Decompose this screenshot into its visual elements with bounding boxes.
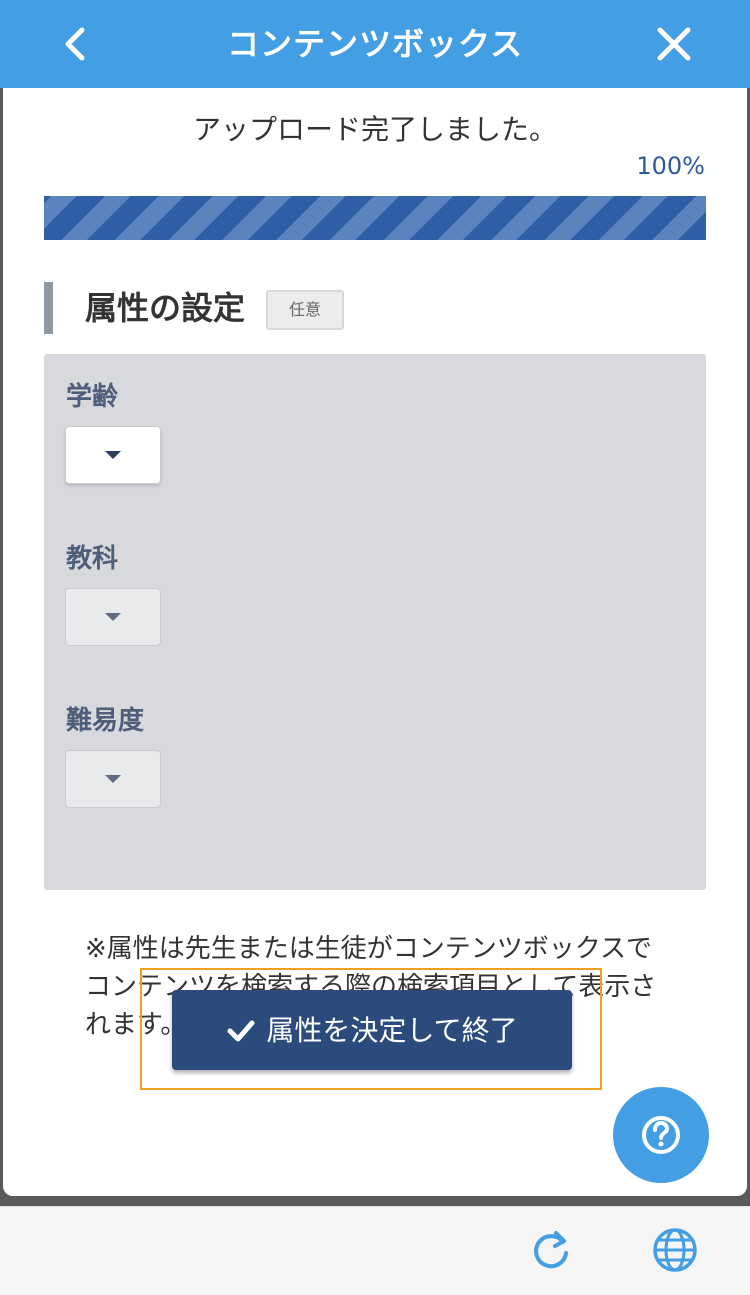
subject-select[interactable]: [65, 588, 161, 646]
close-button[interactable]: [644, 14, 704, 74]
checkmark-icon: [227, 1020, 255, 1042]
language-button[interactable]: [650, 1225, 700, 1279]
grade-select[interactable]: [65, 426, 161, 484]
app-header: コンテンツボックス: [0, 0, 750, 88]
difficulty-select[interactable]: [65, 750, 161, 808]
question-icon: [642, 1116, 680, 1154]
upload-progress-bar: [44, 196, 706, 240]
caret-down-icon: [105, 613, 121, 621]
globe-icon: [653, 1228, 697, 1272]
subject-label: 教科: [66, 544, 119, 574]
upload-percent: 100%: [636, 152, 705, 180]
difficulty-label: 難易度: [66, 706, 145, 736]
browser-toolbar: [0, 1206, 750, 1295]
page-title: コンテンツボックス: [226, 25, 524, 63]
refresh-icon: [534, 1231, 568, 1269]
refresh-button[interactable]: [526, 1225, 576, 1279]
confirm-attributes-button[interactable]: 属性を決定して終了: [172, 990, 572, 1070]
attributes-box: 学齢 教科 難易度: [44, 354, 706, 890]
upload-status-text: アップロード完了しました。: [192, 113, 557, 146]
help-button[interactable]: [613, 1087, 709, 1183]
confirm-button-label: 属性を決定して終了: [266, 1014, 518, 1047]
close-icon: [657, 27, 691, 61]
caret-down-icon: [105, 775, 121, 783]
attributes-section-title: 属性の設定: [44, 282, 245, 334]
caret-down-icon: [105, 451, 121, 459]
optional-badge: 任意: [266, 290, 344, 330]
upload-progress-fill: [44, 196, 706, 240]
grade-label: 学齢: [66, 382, 119, 412]
